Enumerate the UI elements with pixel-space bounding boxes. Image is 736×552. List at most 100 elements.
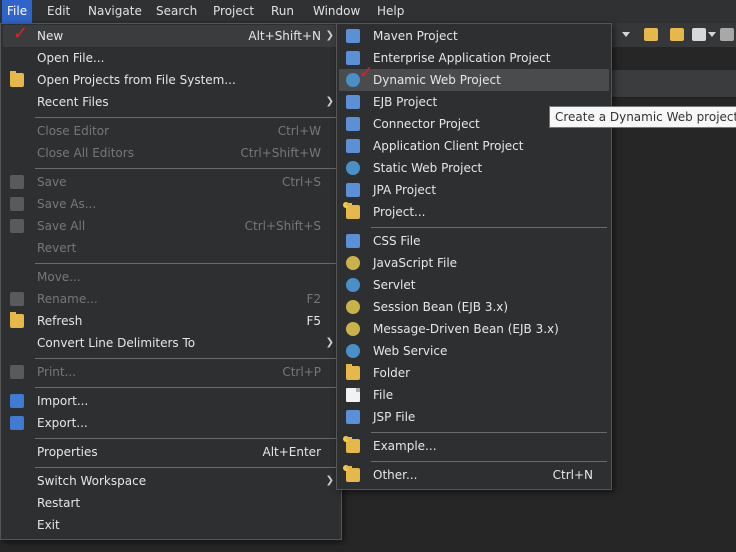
new-submenu: Maven Project Enterprise Application Pro… <box>336 23 612 490</box>
save-icon <box>10 175 24 189</box>
submenu-arrow-icon: ❯ <box>325 30 334 41</box>
menu-item-folder[interactable]: Folder <box>339 362 609 384</box>
menu-item-maven-project[interactable]: Maven Project <box>339 25 609 47</box>
export-icon <box>10 416 24 430</box>
application-client-icon <box>346 139 360 153</box>
menu-window[interactable]: Window <box>308 0 365 23</box>
menu-item-save-as[interactable]: Save As... <box>3 193 339 215</box>
menu-separator <box>35 358 337 359</box>
menu-item-export[interactable]: Export... <box>3 412 339 434</box>
menu-item-file[interactable]: File <box>339 384 609 406</box>
menu-item-properties[interactable]: Properties Alt+Enter <box>3 441 339 463</box>
menu-item-refresh[interactable]: Refresh F5 <box>3 310 339 332</box>
menu-project[interactable]: Project <box>208 0 259 23</box>
dynamic-web-project-icon <box>346 73 360 87</box>
menu-item-rename[interactable]: Rename... F2 <box>3 288 339 310</box>
menu-item-revert[interactable]: Revert <box>3 237 339 259</box>
editor-tab-bar <box>608 70 736 98</box>
menu-file[interactable]: File <box>2 0 33 23</box>
maven-project-icon <box>346 29 360 43</box>
menu-bar: File Edit Navigate Search Project Run Wi… <box>0 0 736 24</box>
menu-item-switch-workspace[interactable]: Switch Workspace ❯ <box>3 470 339 492</box>
menu-separator <box>35 168 337 169</box>
submenu-arrow-icon: ❯ <box>325 475 334 486</box>
menu-item-exit[interactable]: Exit <box>3 514 339 536</box>
menu-item-open-file[interactable]: Open File... <box>3 47 339 69</box>
menu-item-restart[interactable]: Restart <box>3 492 339 514</box>
menu-item-javascript-file[interactable]: JavaScript File <box>339 252 609 274</box>
menu-item-servlet[interactable]: Servlet <box>339 274 609 296</box>
pencil-icon[interactable] <box>692 28 706 41</box>
save-all-icon <box>10 219 24 233</box>
static-web-project-icon <box>346 161 360 175</box>
menu-item-web-service[interactable]: Web Service <box>339 340 609 362</box>
menu-item-close-editor[interactable]: Close Editor Ctrl+W <box>3 120 339 142</box>
message-driven-bean-icon <box>346 322 360 336</box>
menu-separator <box>35 467 337 468</box>
toolbar <box>608 23 736 47</box>
javascript-file-icon <box>346 256 360 270</box>
jsp-file-icon <box>346 410 360 424</box>
example-icon <box>343 436 360 453</box>
tooltip: Create a Dynamic Web project <box>549 106 736 128</box>
menu-separator <box>35 387 337 388</box>
menu-edit[interactable]: Edit <box>42 0 75 23</box>
print-icon <box>10 365 24 379</box>
save-as-icon <box>10 197 24 211</box>
menu-search[interactable]: Search <box>151 0 202 23</box>
file-menu: ✓ New Alt+Shift+N ❯ Open File... Open Pr… <box>0 23 342 540</box>
file-icon <box>346 388 360 402</box>
menu-item-message-driven-bean[interactable]: Message-Driven Bean (EJB 3.x) <box>339 318 609 340</box>
menu-item-static-web-project[interactable]: Static Web Project <box>339 157 609 179</box>
menu-item-open-projects[interactable]: Open Projects from File System... <box>3 69 339 91</box>
menu-navigate[interactable]: Navigate <box>83 0 147 23</box>
tool-icon[interactable] <box>720 28 734 41</box>
menu-separator <box>35 263 337 264</box>
menu-item-close-all-editors[interactable]: Close All Editors Ctrl+Shift+W <box>3 142 339 164</box>
menu-item-project[interactable]: Project... <box>339 201 609 223</box>
menu-separator <box>371 461 607 462</box>
menu-item-import[interactable]: Import... <box>3 390 339 412</box>
session-bean-icon <box>346 300 360 314</box>
connector-project-icon <box>346 117 360 131</box>
jpa-project-icon <box>346 183 360 197</box>
other-icon <box>343 465 360 482</box>
open-folder-icon[interactable] <box>644 28 658 41</box>
menu-item-application-client-project[interactable]: Application Client Project <box>339 135 609 157</box>
chevron-down-icon[interactable] <box>708 32 716 37</box>
menu-item-enterprise-application-project[interactable]: Enterprise Application Project <box>339 47 609 69</box>
menu-help[interactable]: Help <box>372 0 409 23</box>
folder-icon[interactable] <box>670 28 684 41</box>
menu-item-other[interactable]: Other... Ctrl+N <box>339 464 609 486</box>
servlet-icon <box>346 278 360 292</box>
css-file-icon <box>346 234 360 248</box>
menu-separator <box>371 227 607 228</box>
chevron-down-icon[interactable] <box>622 32 630 37</box>
menu-item-save[interactable]: Save Ctrl+S <box>3 171 339 193</box>
menu-item-new[interactable]: ✓ New Alt+Shift+N ❯ <box>3 23 339 47</box>
menu-item-css-file[interactable]: CSS File <box>339 230 609 252</box>
menu-item-jsp-file[interactable]: JSP File <box>339 406 609 428</box>
menu-item-save-all[interactable]: Save All Ctrl+Shift+S <box>3 215 339 237</box>
import-icon <box>10 394 24 408</box>
menu-item-jpa-project[interactable]: JPA Project <box>339 179 609 201</box>
menu-item-move[interactable]: Move... <box>3 266 339 288</box>
project-icon <box>343 202 360 219</box>
menu-item-recent-files[interactable]: Recent Files ❯ <box>3 91 339 113</box>
menu-separator <box>35 438 337 439</box>
ejb-project-icon <box>346 95 360 109</box>
menu-item-print[interactable]: Print... Ctrl+P <box>3 361 339 383</box>
menu-separator <box>371 432 607 433</box>
submenu-arrow-icon: ❯ <box>325 337 334 348</box>
submenu-arrow-icon: ❯ <box>325 96 334 107</box>
folder-icon <box>10 71 24 87</box>
menu-item-session-bean[interactable]: Session Bean (EJB 3.x) <box>339 296 609 318</box>
menu-item-dynamic-web-project[interactable]: ✓ Dynamic Web Project <box>339 63 609 91</box>
folder-icon <box>346 364 360 380</box>
enterprise-application-icon <box>346 51 360 65</box>
menu-run[interactable]: Run <box>266 0 299 23</box>
check-mark-icon: ✓ <box>13 23 29 44</box>
menu-item-convert-line-delimiters[interactable]: Convert Line Delimiters To ❯ <box>3 332 339 354</box>
refresh-icon <box>10 312 24 328</box>
menu-item-example[interactable]: Example... <box>339 435 609 457</box>
